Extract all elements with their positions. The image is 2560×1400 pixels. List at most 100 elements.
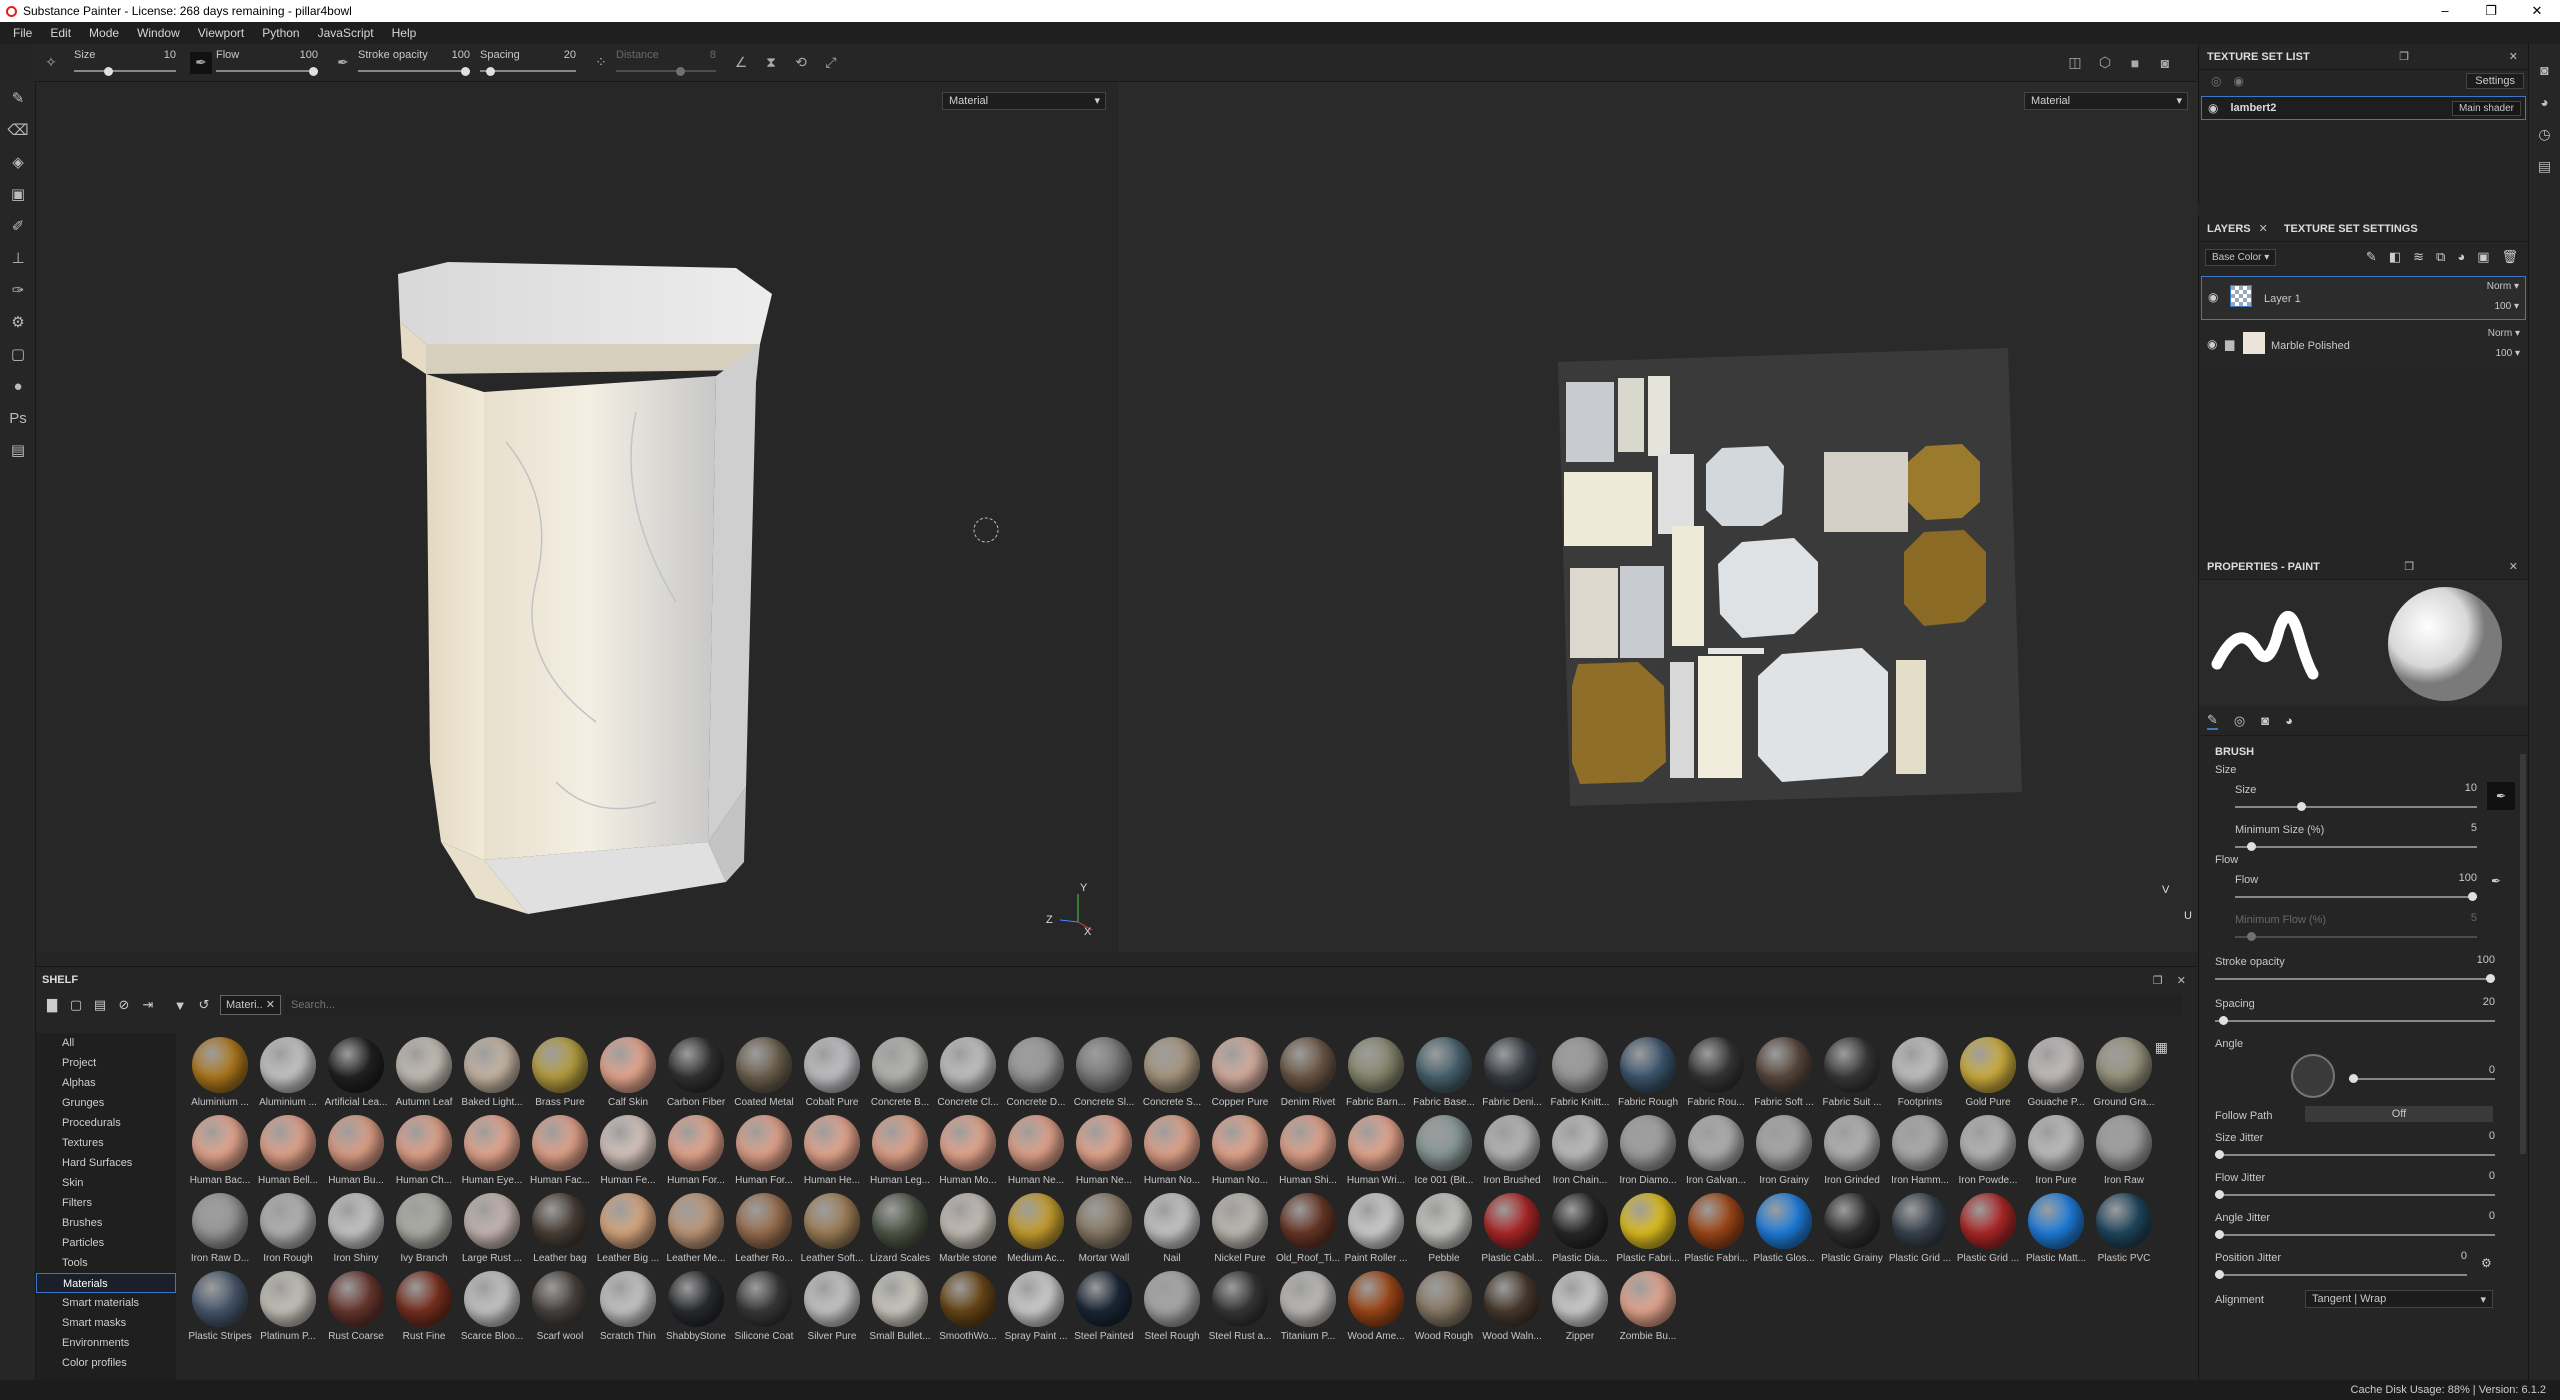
material-item[interactable]: Concrete D... xyxy=(1002,1035,1070,1113)
menu-window[interactable]: Window xyxy=(128,26,189,40)
close-button[interactable]: ✕ xyxy=(2514,3,2560,19)
material-item[interactable]: Plastic Cabl... xyxy=(1478,1191,1546,1269)
material-item[interactable]: Fabric Deni... xyxy=(1478,1035,1546,1113)
material-item[interactable]: Plastic Grid ... xyxy=(1954,1191,2022,1269)
distance-slider[interactable]: Distance 8 xyxy=(616,44,716,82)
menu-javascript[interactable]: JavaScript xyxy=(309,26,383,40)
shelf-category-alphas[interactable]: Alphas xyxy=(36,1073,176,1093)
shelf-category-color-profiles[interactable]: Color profiles xyxy=(36,1353,176,1373)
material-item[interactable]: Scratch Thin xyxy=(594,1269,662,1347)
viewport-2d[interactable]: Material V U xyxy=(1118,82,2198,952)
material-item[interactable]: Zombie Bu... xyxy=(1614,1269,1682,1347)
layer-row[interactable]: ◉ Layer 1 Norm ▾ 100 ▾ xyxy=(2201,276,2526,320)
material-item[interactable]: Ground Gra... xyxy=(2090,1035,2158,1113)
opacity-select[interactable]: 100 ▾ xyxy=(2496,348,2521,359)
display-settings-icon[interactable]: ◕ xyxy=(2529,86,2560,118)
material-item[interactable]: Concrete Sl... xyxy=(1070,1035,1138,1113)
folder-icon[interactable]: ▇ xyxy=(40,997,64,1013)
material-item[interactable]: Leather Big ... xyxy=(594,1191,662,1269)
eraser-icon[interactable]: ⌫ xyxy=(0,114,36,146)
material-item[interactable]: Human No... xyxy=(1138,1113,1206,1191)
add-effect-icon[interactable]: ✎ xyxy=(2366,249,2377,265)
add-smart-icon[interactable]: ◕ xyxy=(2457,249,2465,265)
material-item[interactable]: Iron Chain... xyxy=(1546,1113,1614,1191)
material-item[interactable]: Medium Ac... xyxy=(1002,1191,1070,1269)
eye-off-icon[interactable]: ◎ xyxy=(2211,74,2221,88)
stroke-opacity-slider[interactable]: Stroke opacity 100 xyxy=(358,44,470,82)
material-item[interactable]: Fabric Rough xyxy=(1614,1035,1682,1113)
material-item[interactable]: Plastic Fabri... xyxy=(1682,1191,1750,1269)
angle-icon[interactable]: ∠ xyxy=(730,52,752,74)
material-item[interactable]: Cobalt Pure xyxy=(798,1035,866,1113)
opacity-select[interactable]: 100 ▾ xyxy=(2495,301,2520,312)
layer-visibility-icon[interactable]: ◉ xyxy=(2207,337,2217,351)
minimize-button[interactable]: – xyxy=(2422,3,2468,19)
material-item[interactable]: Concrete S... xyxy=(1138,1035,1206,1113)
shelf-category-smart-masks[interactable]: Smart masks xyxy=(36,1313,176,1333)
material-item[interactable]: Human Ne... xyxy=(1070,1113,1138,1191)
material-item[interactable]: Carbon Fiber xyxy=(662,1035,730,1113)
material-item[interactable]: Zipper xyxy=(1546,1269,1614,1347)
shelf-category-particles[interactable]: Particles xyxy=(36,1233,176,1253)
material-item[interactable]: Iron Galvan... xyxy=(1682,1113,1750,1191)
material-item[interactable]: Leather Soft... xyxy=(798,1191,866,1269)
eye-icon[interactable]: ◉ xyxy=(2233,74,2243,88)
new-folder-icon[interactable]: ▢ xyxy=(64,997,88,1013)
material-item[interactable]: Silver Pure xyxy=(798,1269,866,1347)
material-item[interactable]: Copper Pure xyxy=(1206,1035,1274,1113)
stencil-tab-icon[interactable]: ◙ xyxy=(2261,713,2269,728)
viewport-3d[interactable]: Material Y Z X xyxy=(36,82,1116,952)
screenshot-icon[interactable]: ◙ xyxy=(2154,52,2176,74)
brush-settings-icon[interactable]: ✧ xyxy=(40,52,62,74)
material-item[interactable]: Human Eye... xyxy=(458,1113,526,1191)
polygon-fill-icon[interactable]: ▣ xyxy=(0,178,36,210)
material-item[interactable]: Human Wri... xyxy=(1342,1113,1410,1191)
material-item[interactable]: Titanium P... xyxy=(1274,1269,1342,1347)
material-item[interactable]: Fabric Base... xyxy=(1410,1035,1478,1113)
size-jitter-slider[interactable]: Size Jitter 0 xyxy=(2215,1130,2495,1159)
menu-python[interactable]: Python xyxy=(253,26,308,40)
material-item[interactable]: Human He... xyxy=(798,1113,866,1191)
material-item[interactable]: Autumn Leaf xyxy=(390,1035,458,1113)
shelf-category-environments[interactable]: Environments xyxy=(36,1333,176,1353)
symmetry-settings-icon[interactable]: ⟲ xyxy=(790,52,812,74)
flow-pressure-icon[interactable]: ✒ xyxy=(332,52,354,74)
material-item[interactable]: Gouache P... xyxy=(2022,1035,2090,1113)
layer-row[interactable]: ◉ ▆ Marble Polished Norm ▾ 100 ▾ xyxy=(2201,324,2526,368)
shelf-category-smart-materials[interactable]: Smart materials xyxy=(36,1293,176,1313)
material-item[interactable]: Coated Metal xyxy=(730,1035,798,1113)
pen-pressure-icon[interactable]: ✒ xyxy=(190,51,212,74)
material-item[interactable]: Iron Pure xyxy=(2022,1113,2090,1191)
close-properties-icon[interactable]: ✕ xyxy=(2509,560,2518,573)
texture-set-icon[interactable]: ◙ xyxy=(2529,54,2560,86)
shelf-category-filters[interactable]: Filters xyxy=(36,1193,176,1213)
material-item[interactable]: Iron Raw xyxy=(2090,1113,2158,1191)
material-item[interactable]: Denim Rivet xyxy=(1274,1035,1342,1113)
menu-help[interactable]: Help xyxy=(383,26,426,40)
shelf-category-brushes[interactable]: Brushes xyxy=(36,1213,176,1233)
size-slider[interactable]: Size 10 xyxy=(2235,782,2477,811)
transform-icon[interactable]: ⤢ xyxy=(820,52,842,74)
texture-set-row[interactable]: ◉ lambert2 Main shader xyxy=(2201,96,2526,120)
material-item[interactable]: Iron Shiny xyxy=(322,1191,390,1269)
material-item[interactable]: Human Shi... xyxy=(1274,1113,1342,1191)
flow-pressure-icon[interactable]: ✒ xyxy=(2491,874,2501,888)
material-item[interactable]: Nickel Pure xyxy=(1206,1191,1274,1269)
blend-mode-select[interactable]: Norm ▾ xyxy=(2488,328,2520,339)
material-item[interactable]: Plastic Grainy xyxy=(1818,1191,1886,1269)
layer-visibility-icon[interactable]: ◉ xyxy=(2208,290,2218,304)
add-fill-layer-icon[interactable]: ⧉ xyxy=(2436,249,2445,265)
material-item[interactable]: Steel Painted xyxy=(1070,1269,1138,1347)
material-item[interactable]: Plastic Fabri... xyxy=(1614,1191,1682,1269)
brush-tab-icon[interactable]: ✎ xyxy=(2207,712,2218,730)
size-slider[interactable]: Size 10 xyxy=(74,44,176,82)
close-layers-tab-icon[interactable]: ✕ xyxy=(2259,222,2268,235)
material-item[interactable]: Baked Light... xyxy=(458,1035,526,1113)
material-item[interactable]: Concrete Cl... xyxy=(934,1035,1002,1113)
material-item[interactable]: Steel Rough xyxy=(1138,1269,1206,1347)
material-item[interactable]: Wood Ame... xyxy=(1342,1269,1410,1347)
material-tab-icon[interactable]: ◕ xyxy=(2285,713,2293,728)
material-item[interactable]: Fabric Barn... xyxy=(1342,1035,1410,1113)
cube-view-icon[interactable]: ⬡ xyxy=(2094,52,2116,74)
material-item[interactable]: Footprints xyxy=(1886,1035,1954,1113)
